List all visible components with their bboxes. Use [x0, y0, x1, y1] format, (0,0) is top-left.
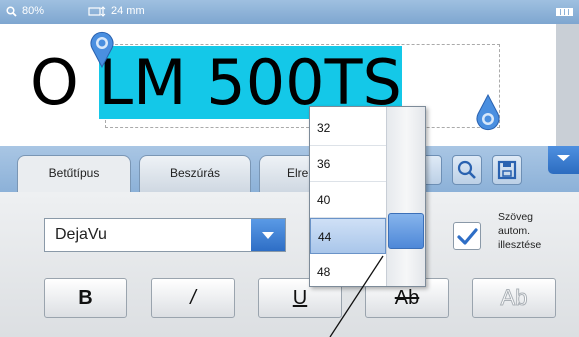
callout-pointer-line: [329, 255, 384, 337]
